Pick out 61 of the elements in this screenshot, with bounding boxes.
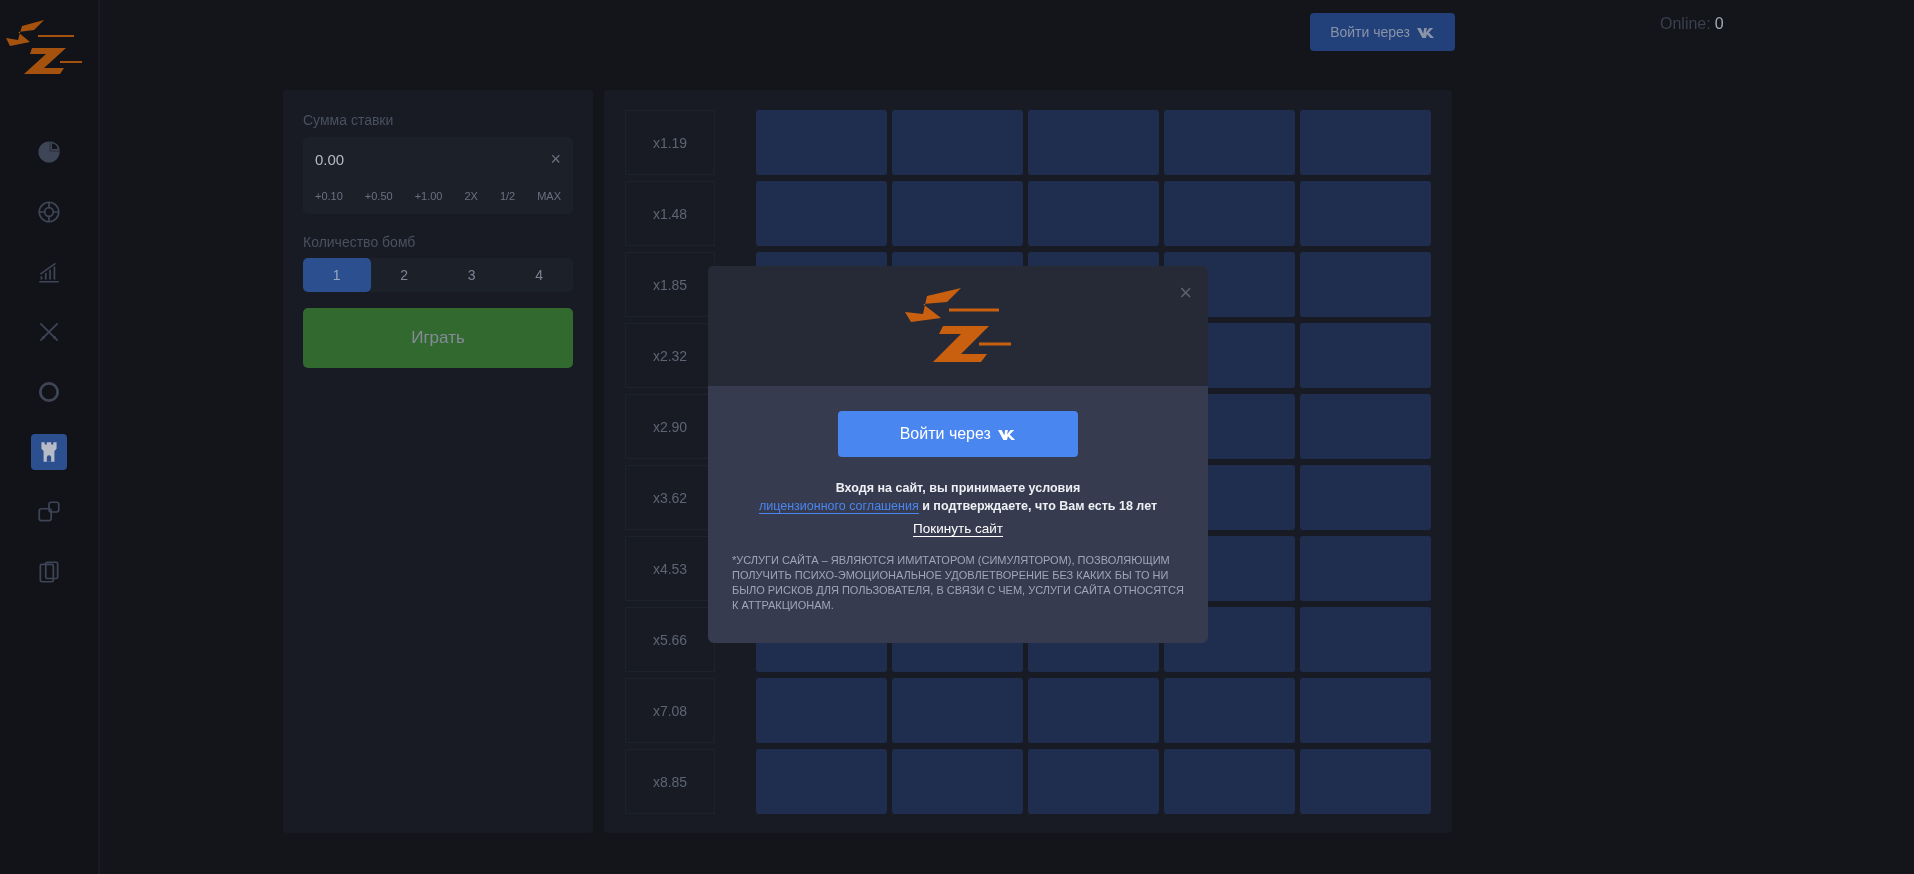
vk-logo-icon bbox=[998, 429, 1017, 440]
playing-cards-icon bbox=[36, 559, 62, 585]
tower-tile[interactable] bbox=[756, 749, 887, 814]
quick-amount-button[interactable]: +1.00 bbox=[412, 188, 445, 204]
tower-tile[interactable] bbox=[1300, 394, 1431, 459]
tower-tile[interactable] bbox=[1164, 181, 1295, 246]
tower-tile[interactable] bbox=[1164, 110, 1295, 175]
tower-tile[interactable] bbox=[892, 749, 1023, 814]
bet-amount-field[interactable]: 0.00 × +0.10 +0.50 +1.00 2X 1/2 MAX bbox=[303, 137, 573, 214]
quick-amount-button[interactable]: 2X bbox=[462, 188, 480, 204]
tower-tile[interactable] bbox=[1300, 678, 1431, 743]
online-count: 0 bbox=[1714, 15, 1724, 33]
bomb-count-option[interactable]: 4 bbox=[505, 258, 573, 292]
bombs-label: Количество бомб bbox=[303, 234, 417, 250]
tower-tile[interactable] bbox=[1300, 465, 1431, 530]
tower-tile[interactable] bbox=[892, 678, 1023, 743]
bomb-count-option[interactable]: 2 bbox=[370, 258, 438, 292]
tower-tile[interactable] bbox=[1164, 749, 1295, 814]
leave-site-link[interactable]: Покинуть сайт bbox=[913, 521, 1003, 537]
multiplier-cell: x7.08 bbox=[625, 678, 715, 743]
quick-amount-button[interactable]: MAX bbox=[535, 188, 563, 204]
multiplier-cell: x8.85 bbox=[625, 749, 715, 814]
vk-login-button[interactable]: Войти через bbox=[1310, 13, 1455, 51]
close-button[interactable]: × bbox=[1179, 280, 1192, 306]
tower-tile[interactable] bbox=[756, 678, 887, 743]
tower-tile[interactable] bbox=[1300, 536, 1431, 601]
quick-amount-button[interactable]: +0.10 bbox=[313, 188, 345, 204]
tower-tile[interactable] bbox=[756, 110, 887, 175]
license-agreement-link[interactable]: лицензионного соглашения bbox=[758, 499, 919, 514]
vk-logo-icon bbox=[1416, 27, 1435, 38]
disclaimer-text: *УСЛУГИ САЙТА – ЯВЛЯЮТСЯ ИМИТАТОРОМ (СИМУЛЯТОРОМ), ПОЗВОЛЯЮЩИМ ПОЛУЧИТЬ ПСИХО-ЭМОЦИОНАЛЬНОЕ УДОВЛЕТВОРЕНИЕ БЕЗ КАКИХ БЫ ТО НИ БЫЛО РИСКОВ ДЛЯ ПОЛЬЗОВАТЕЛЯ, В СВЯЗИ С ЧЕМ, УСЛУГИ САЙТА ОТНОСЯТСЯ К АТТРАКЦИОНАМ. bbox=[732, 553, 1184, 613]
tower-tile[interactable] bbox=[1028, 110, 1159, 175]
tower-tile[interactable] bbox=[1300, 607, 1431, 672]
quick-amount-button[interactable]: +0.50 bbox=[362, 188, 395, 204]
multiplier-cell: x1.19 bbox=[625, 110, 715, 175]
ring-icon bbox=[36, 379, 62, 405]
tower-tile[interactable] bbox=[1164, 678, 1295, 743]
tower-nav-item[interactable] bbox=[31, 434, 67, 470]
bomb-count-option[interactable]: 1 bbox=[303, 258, 371, 292]
bet-amount-value: 0.00 bbox=[315, 151, 345, 168]
tower-tile[interactable] bbox=[1300, 323, 1431, 388]
tower-tile[interactable] bbox=[1300, 252, 1431, 317]
tower-tile[interactable] bbox=[892, 181, 1023, 246]
quick-amount-button[interactable]: 1/2 bbox=[497, 188, 518, 204]
tower-tile[interactable] bbox=[756, 181, 887, 246]
roulette-icon bbox=[36, 199, 62, 225]
tower-tile[interactable] bbox=[1300, 749, 1431, 814]
tower-tile[interactable] bbox=[1300, 181, 1431, 246]
terms-text: Входя на сайт, вы принимаете условия лицензионного соглашения и подтверждаете, что Вам есть 18 лет bbox=[758, 480, 1158, 515]
clear-button[interactable]: × bbox=[550, 149, 561, 170]
bet-amount-label: Сумма ставки bbox=[303, 112, 395, 128]
vk-login-button[interactable]: Войти через bbox=[838, 411, 1078, 457]
bomb-count-option[interactable]: 3 bbox=[438, 258, 506, 292]
tower-tile[interactable] bbox=[1028, 678, 1159, 743]
play-button[interactable]: Играть bbox=[303, 308, 573, 368]
tower-tile[interactable] bbox=[892, 110, 1023, 175]
multiplier-cell: x1.48 bbox=[625, 181, 715, 246]
tower-tile[interactable] bbox=[1300, 110, 1431, 175]
tower-tile[interactable] bbox=[1028, 181, 1159, 246]
tower-tile[interactable] bbox=[1028, 749, 1159, 814]
pie-chart-icon bbox=[36, 139, 62, 165]
